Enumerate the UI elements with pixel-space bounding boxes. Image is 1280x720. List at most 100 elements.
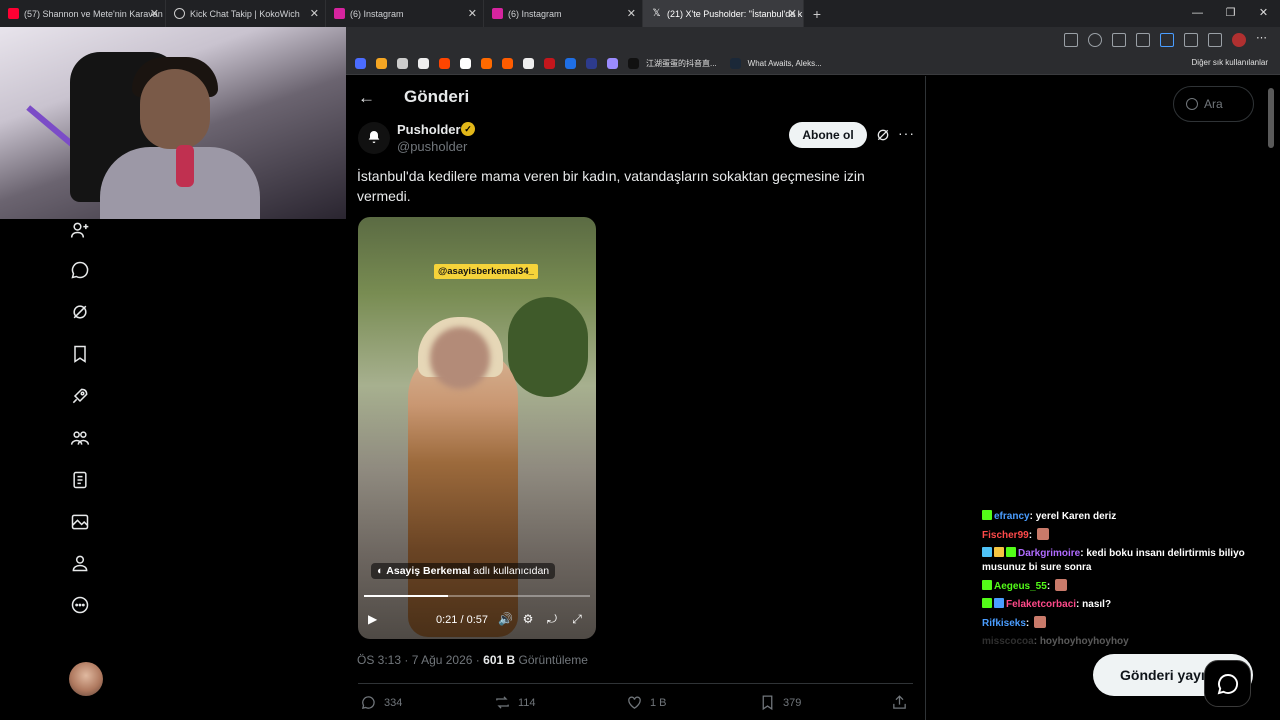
video-progress-fill <box>364 595 448 597</box>
close-icon[interactable]: ✕ <box>468 7 477 20</box>
settings-icon[interactable]: ⚙ <box>521 612 535 626</box>
collections-icon[interactable] <box>1208 33 1222 47</box>
chat-colon: : <box>1046 581 1051 592</box>
bookmark-favicon-icon[interactable] <box>439 58 450 69</box>
apps-icon[interactable] <box>1064 33 1078 47</box>
tab-title: (21) X'te Pusholder: "İstanbul'da k <box>667 8 803 19</box>
browser-tab[interactable]: Kick Chat Takip | KokoWich ✕ <box>166 0 326 27</box>
subscribe-button[interactable]: Abone ol <box>789 122 867 148</box>
bookmark-favicon-icon[interactable] <box>565 58 576 69</box>
rocket-icon[interactable] <box>69 385 91 407</box>
bookmark-item[interactable]: What Awaits, Aleks... <box>748 59 822 68</box>
video-player[interactable]: @asayisberkemal34_ ◐ Asayiş Berkemal adl… <box>358 217 596 639</box>
more-circle-icon[interactable] <box>69 594 91 616</box>
bookmark-favicon-icon[interactable] <box>418 58 429 69</box>
minimize-button[interactable]: — <box>1181 0 1214 27</box>
search-input[interactable]: Ara <box>1173 86 1254 122</box>
chat-text: hoyhoyhoyhoyhoy <box>1039 636 1129 647</box>
repost-button[interactable]: 114 <box>494 694 536 712</box>
close-icon[interactable]: ✕ <box>627 7 636 20</box>
browser-tab[interactable]: (57) Shannon ve Mete'nin Karavan ✕ <box>0 0 166 27</box>
bookmark-favicon-icon[interactable] <box>397 58 408 69</box>
chat-bubble-icon[interactable] <box>69 259 91 281</box>
grok-icon[interactable] <box>875 127 891 143</box>
reply-button[interactable]: 334 <box>360 694 402 712</box>
kick-badge-icon <box>982 580 992 590</box>
video-subject <box>408 347 518 637</box>
chat-user: Felaketcorbaci <box>1006 599 1077 610</box>
zoom-icon[interactable] <box>1088 33 1102 47</box>
bookmark-favicon-icon[interactable] <box>502 58 513 69</box>
play-icon[interactable]: ▶ <box>368 612 382 626</box>
stream-chat-overlay: efrancy: yerel Karen deriz Fischer99: Da… <box>982 510 1267 653</box>
bookmark-favicon-icon[interactable] <box>481 58 492 69</box>
account-avatar[interactable] <box>69 662 103 696</box>
page-title: Gönderi <box>404 87 470 106</box>
other-favorites-folder[interactable]: Diğer sık kullanılanlar <box>1192 58 1268 67</box>
bookmark-favicon-icon[interactable] <box>460 58 471 69</box>
add-person-icon[interactable] <box>69 219 91 241</box>
kick-badge-icon <box>1006 547 1016 557</box>
volume-icon[interactable]: 🔊 <box>498 612 513 626</box>
more-options-icon[interactable]: ··· <box>898 125 915 141</box>
post-date[interactable]: 7 Ağu 2026 <box>412 653 473 667</box>
bookmark-item[interactable]: 江湖蛋蛋的抖音直... <box>646 58 717 69</box>
read-aloud-icon[interactable] <box>1160 33 1174 47</box>
profile-icon[interactable] <box>1232 33 1246 47</box>
settings-more-icon[interactable]: ⋯ <box>1256 33 1270 47</box>
person-icon[interactable] <box>69 552 91 574</box>
close-icon[interactable]: ✕ <box>310 7 319 20</box>
views-label: Görüntüleme <box>518 653 588 667</box>
tab-title: (57) Shannon ve Mete'nin Karavan <box>24 8 163 19</box>
replay-icon[interactable]: ⤾ <box>545 612 559 626</box>
close-icon[interactable]: ✕ <box>150 7 159 20</box>
bookmark-favicon-icon[interactable] <box>355 58 366 69</box>
post-time[interactable]: ÖS 3:13 <box>357 653 401 667</box>
post-column: ← Gönderi Pusholder ✓ @pusholder Abone o… <box>346 76 926 720</box>
verified-badge-icon: ✓ <box>461 122 475 136</box>
like-button[interactable]: 1 B <box>626 694 667 712</box>
extensions-icon[interactable] <box>1184 33 1198 47</box>
restore-button[interactable]: ❐ <box>1214 0 1247 27</box>
chat-user: Aegeus_55 <box>994 581 1047 592</box>
bookmark-favicon-icon[interactable] <box>628 58 639 69</box>
favorite-star-icon[interactable] <box>1136 33 1150 47</box>
browser-tab[interactable]: (6) Instagram ✕ <box>484 0 643 27</box>
reader-icon[interactable] <box>1112 33 1126 47</box>
grok-icon[interactable] <box>69 301 91 323</box>
bookmark-favicon-icon[interactable] <box>586 58 597 69</box>
instagram-icon <box>492 8 503 19</box>
bookmark-favicon-icon[interactable] <box>523 58 534 69</box>
document-icon[interactable] <box>69 469 91 491</box>
close-window-button[interactable]: ✕ <box>1247 0 1280 27</box>
bookmark-count: 379 <box>783 697 802 709</box>
chat-message: efrancy: yerel Karen deriz <box>982 510 1267 524</box>
browser-tab[interactable]: (6) Instagram ✕ <box>326 0 484 27</box>
bookmark-button[interactable]: 379 <box>759 694 801 712</box>
new-tab-button[interactable]: + <box>804 6 830 22</box>
browser-tab-active[interactable]: 𝕏 (21) X'te Pusholder: "İstanbul'da k ✕ <box>643 0 804 27</box>
author-handle[interactable]: @pusholder <box>397 139 467 154</box>
author-avatar[interactable] <box>358 122 390 154</box>
bookmark-favicon-icon[interactable] <box>729 58 741 69</box>
video-credit[interactable]: ◐ Asayiş Berkemal adlı kullanıcıdan <box>371 563 556 579</box>
chat-user: misscocoa <box>982 636 1034 647</box>
bookmark-favicon-icon[interactable] <box>376 58 387 69</box>
people-icon[interactable] <box>69 427 91 449</box>
video-progress-bar[interactable] <box>364 595 590 597</box>
share-button[interactable] <box>891 694 915 712</box>
scrollbar[interactable] <box>1268 88 1274 148</box>
close-icon[interactable]: ✕ <box>788 7 797 20</box>
bookmark-favicon-icon[interactable] <box>607 58 618 69</box>
x-logo-icon: 𝕏 <box>652 8 661 19</box>
author-name[interactable]: Pusholder <box>397 122 461 137</box>
image-icon[interactable] <box>69 511 91 533</box>
messages-fab[interactable] <box>1204 660 1251 707</box>
back-arrow-icon[interactable]: ← <box>358 88 378 108</box>
video-watermark: @asayisberkemal34_ <box>434 264 538 279</box>
window-controls: — ❐ ✕ <box>1181 0 1280 27</box>
post-meta: ÖS 3:13 · 7 Ağu 2026 · 601 B Görüntüleme <box>357 653 588 667</box>
fullscreen-icon[interactable]: ⤢ <box>570 612 584 626</box>
bookmark-icon[interactable] <box>69 343 91 365</box>
bookmark-favicon-icon[interactable] <box>544 58 555 69</box>
